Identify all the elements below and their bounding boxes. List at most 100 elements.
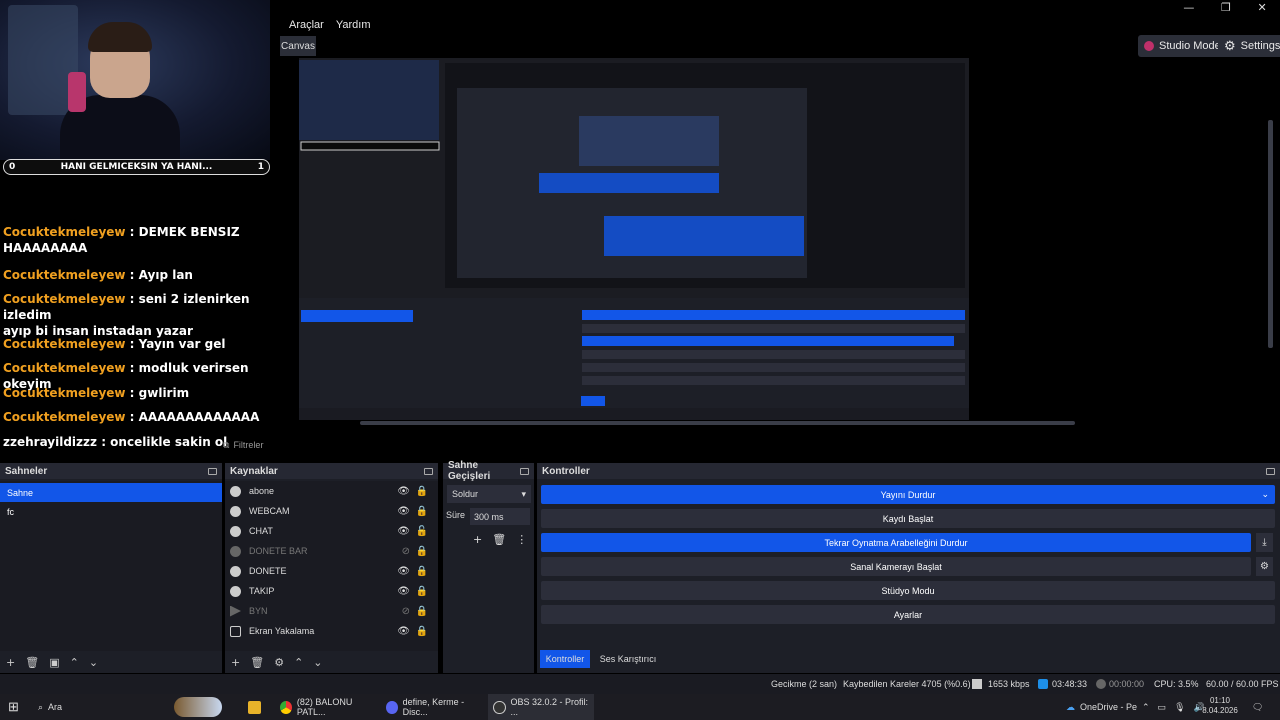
taskbar-search[interactable]: ⌕ Ara xyxy=(38,694,62,720)
source-item[interactable]: BYN ⊘ 🔒 xyxy=(225,601,438,621)
source-item[interactable]: CHAT 👁 🔓 xyxy=(225,521,438,541)
taskbar: ⊞ ⌕ Ara (82) BALONU PATL... define, Kerme… xyxy=(0,694,1280,720)
lock-icon[interactable]: 🔒 xyxy=(416,586,428,597)
settings-button[interactable]: ⚙ Settings xyxy=(1218,35,1280,57)
duration-input[interactable]: 300 ms xyxy=(470,508,530,525)
download-icon[interactable]: ⤓ xyxy=(1256,533,1273,552)
up-icon[interactable]: ⌃ xyxy=(70,656,79,669)
status-bar: Gecikme (2 san) Kaybedilen Kareler 4705 … xyxy=(0,674,1280,694)
studio-mode-toggle[interactable]: Stüdyo Modu xyxy=(541,581,1275,600)
transitions-title: Sahne Geçişleri xyxy=(448,460,491,482)
cloud-icon: ☁ xyxy=(1066,701,1075,712)
notifications-button[interactable]: 🗨 xyxy=(1252,694,1263,720)
search-highlight-image[interactable] xyxy=(174,694,222,720)
scene-item-sahne[interactable]: Sahne xyxy=(0,483,222,502)
virtual-camera-button[interactable]: Sanal Kamerayı Başlat xyxy=(541,557,1251,576)
tab-controls[interactable]: Kontroller xyxy=(540,650,590,668)
sources-title: Kaynaklar xyxy=(230,465,278,477)
lock-icon[interactable]: 🔒 xyxy=(416,506,428,517)
canvas-tab[interactable]: Canvas xyxy=(280,36,316,56)
display-icon[interactable]: ▭ xyxy=(1158,702,1167,713)
undock-icon[interactable] xyxy=(520,467,529,475)
chat-user: zzehrayildizzz xyxy=(3,435,98,449)
taskbar-app-discord[interactable]: define, Kerme - Disc... xyxy=(386,694,482,720)
chevron-up-icon[interactable]: ⌃ xyxy=(1142,702,1150,713)
vertical-scrollbar[interactable] xyxy=(1268,120,1273,348)
trash-icon[interactable]: 🗑 xyxy=(25,656,39,669)
eye-off-icon[interactable]: ⊘ xyxy=(402,606,410,617)
minimize-button[interactable]: — xyxy=(1183,1,1194,14)
microphone-icon[interactable]: 🎙 xyxy=(1174,702,1185,713)
source-item[interactable]: abone 👁 🔒 xyxy=(225,481,438,501)
eye-off-icon[interactable]: ⊘ xyxy=(402,546,410,557)
clock[interactable]: 01:10 8.04.2026 xyxy=(1200,696,1240,716)
eye-icon[interactable]: 👁 xyxy=(397,626,410,637)
stream-icon xyxy=(1038,679,1048,689)
eye-icon[interactable]: 👁 xyxy=(397,586,410,597)
menu-tools[interactable]: Araçlar xyxy=(289,19,324,31)
gear-icon[interactable]: ⚙ xyxy=(1256,557,1273,576)
source-item[interactable]: DONETE BAR ⊘ 🔒 xyxy=(225,541,438,561)
add-icon[interactable]: + xyxy=(231,656,240,669)
undock-icon[interactable] xyxy=(424,467,433,475)
trash-icon[interactable]: 🗑 xyxy=(250,656,264,669)
source-name: CHAT xyxy=(249,526,273,536)
trash-icon[interactable]: 🗑 xyxy=(492,533,506,546)
tab-audio-mixer[interactable]: Ses Karıştırıcı xyxy=(596,650,660,668)
taskbar-app-chrome[interactable]: (82) BALONU PATL... xyxy=(280,694,376,720)
filters-button[interactable]: ⧉ Filtreler xyxy=(223,438,263,452)
settings-control-button[interactable]: Ayarlar xyxy=(541,605,1275,624)
source-item[interactable]: DONETE 👁 🔒 xyxy=(225,561,438,581)
eye-icon[interactable]: 👁 xyxy=(397,526,410,537)
preview-canvas[interactable] xyxy=(299,58,969,420)
add-icon[interactable]: + xyxy=(6,656,15,669)
source-item[interactable]: Ekran Yakalama 👁 🔒 xyxy=(225,621,438,641)
eye-icon[interactable]: 👁 xyxy=(397,486,410,497)
network-icon xyxy=(972,679,982,689)
scene-item-fc[interactable]: fc xyxy=(0,502,222,521)
undock-icon[interactable] xyxy=(1266,467,1275,475)
file-explorer-button[interactable] xyxy=(248,694,261,720)
lock-icon[interactable]: 🔒 xyxy=(416,546,428,557)
horizontal-scrollbar[interactable] xyxy=(360,421,1075,425)
taskbar-app-obs[interactable]: OBS 32.0.2 - Profil: ... xyxy=(488,694,594,720)
chat-message: Cocuktekmeleyew : AAAAAAAAAAAAA xyxy=(3,409,283,425)
lock-icon[interactable]: 🔒 xyxy=(416,486,428,497)
down-icon[interactable]: ⌄ xyxy=(313,656,322,669)
source-name: BYN xyxy=(249,606,268,616)
gear-icon[interactable]: ⚙ xyxy=(274,656,284,669)
eye-icon[interactable]: 👁 xyxy=(397,506,410,517)
more-icon[interactable]: ⋮ xyxy=(516,533,527,546)
chat-text: HAAAAAAAA xyxy=(3,241,88,255)
stop-stream-label: Yayını Durdur xyxy=(880,489,936,500)
lock-icon[interactable]: 🔒 xyxy=(416,626,428,637)
stop-stream-button[interactable]: Yayını Durdur ⌄ xyxy=(541,485,1275,504)
chat-user: Cocuktekmeleyew xyxy=(3,361,126,375)
source-item[interactable]: WEBCAM 👁 🔒 xyxy=(225,501,438,521)
lock-icon[interactable]: 🔓 xyxy=(416,526,428,537)
add-icon[interactable]: + xyxy=(473,533,482,546)
close-button[interactable]: ✕ xyxy=(1257,1,1266,14)
maximize-button[interactable]: ❐ xyxy=(1221,1,1231,14)
up-icon[interactable]: ⌃ xyxy=(294,656,303,669)
menu-help[interactable]: Yardım xyxy=(336,19,371,31)
replay-buffer-button[interactable]: Tekrar Oynatma Arabelleğini Durdur xyxy=(541,533,1251,552)
onedrive-tray[interactable]: ☁ OneDrive - Pe xyxy=(1066,694,1137,720)
source-name: WEBCAM xyxy=(249,506,290,516)
transition-select[interactable]: Soldur ▾ xyxy=(447,485,531,503)
undock-icon[interactable] xyxy=(208,467,217,475)
eye-icon[interactable]: 👁 xyxy=(397,566,410,577)
webcam-feed xyxy=(0,0,270,160)
filter-icon[interactable]: ▣ xyxy=(49,656,59,669)
source-item[interactable]: TAKIP 👁 🔒 xyxy=(225,581,438,601)
down-icon[interactable]: ⌄ xyxy=(89,656,98,669)
lock-icon[interactable]: 🔒 xyxy=(416,566,428,577)
start-recording-button[interactable]: Kaydı Başlat xyxy=(541,509,1275,528)
windows-start-button[interactable]: ⊞ xyxy=(8,694,19,720)
studio-mode-button[interactable]: Studio Mode xyxy=(1138,35,1227,57)
chat-user: Cocuktekmeleyew xyxy=(3,337,126,351)
chat-text: : Yayın var gel xyxy=(129,337,226,351)
lock-icon[interactable]: 🔒 xyxy=(416,606,428,617)
chevron-down-icon[interactable]: ⌄ xyxy=(1261,489,1269,500)
scenes-toolbar: + 🗑 ▣ ⌃ ⌄ xyxy=(0,651,222,673)
